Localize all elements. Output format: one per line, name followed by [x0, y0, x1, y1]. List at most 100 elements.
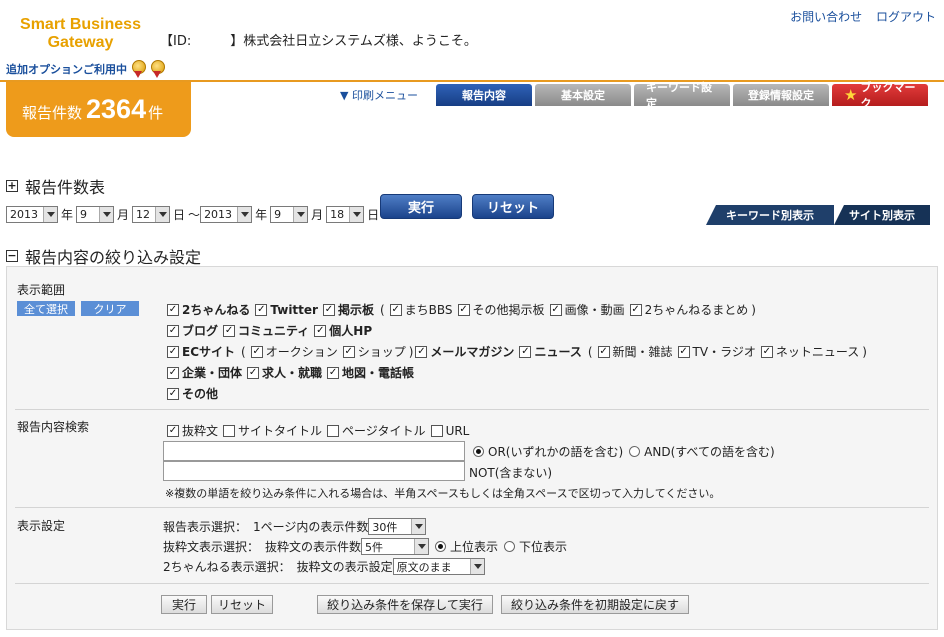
- from-year-select[interactable]: 2013: [6, 206, 58, 223]
- excerpt-display-row: 抜粋文表示選択： 抜粋文の表示件数 5件 上位表示 下位表示: [163, 538, 568, 555]
- checkbox-page-title[interactable]: [327, 424, 340, 437]
- from-month-select[interactable]: 9: [76, 206, 115, 223]
- chevron-down-icon: [237, 207, 252, 222]
- checkbox-company[interactable]: ✓: [167, 366, 179, 379]
- chevron-down-icon: [293, 207, 308, 222]
- to-day-select[interactable]: 18: [326, 206, 365, 223]
- divider: [15, 409, 929, 410]
- report-count-unit: 件: [148, 104, 164, 122]
- display-label: 表示設定: [17, 519, 66, 533]
- print-menu[interactable]: ▼ 印刷メニュー: [340, 87, 418, 103]
- filter-reset-button[interactable]: リセット: [211, 595, 273, 614]
- radio-or[interactable]: [473, 446, 484, 457]
- per-page-select[interactable]: 30件: [368, 518, 427, 535]
- filter-section-title[interactable]: − 報告内容の絞り込み設定: [6, 244, 201, 268]
- chevron-down-icon: [99, 207, 114, 222]
- checkbox-blog[interactable]: ✓: [167, 324, 179, 337]
- star-icon: ★: [844, 86, 858, 104]
- checkbox-twitter[interactable]: ✓: [255, 303, 268, 316]
- checkbox-site-title[interactable]: [223, 424, 236, 437]
- ch2-setting-select[interactable]: 原文のまま: [392, 558, 485, 575]
- checkbox-news[interactable]: ✓: [519, 345, 532, 358]
- medal-icon: [149, 60, 165, 78]
- checkbox-bbs[interactable]: ✓: [322, 303, 335, 316]
- logout-link[interactable]: ログアウト: [876, 10, 936, 24]
- ch2-display-row: 2ちゃんねる表示選択： 抜粋文の表示設定 原文のまま: [163, 558, 485, 575]
- expand-icon[interactable]: +: [6, 180, 18, 192]
- range-line-4: ✓ 企業・団体 ✓ 求人・就職 ✓ 地図・電話帳: [167, 366, 415, 380]
- divider: [15, 583, 929, 584]
- include-words-input[interactable]: [163, 441, 465, 461]
- to-month-select[interactable]: 9: [270, 206, 309, 223]
- main-nav: 報告内容 基本設定 キーワード設定 登録情報設定 ★ ブックマーク: [436, 81, 931, 110]
- option-status: 追加オプションご利用中: [6, 60, 165, 78]
- summary-reset-button[interactable]: リセット: [472, 194, 554, 219]
- tab-registration-settings[interactable]: 登録情報設定: [733, 84, 829, 106]
- checkbox-auction[interactable]: ✓: [250, 345, 263, 358]
- not-label: NOT(含まない): [469, 466, 553, 480]
- summary-section-title[interactable]: + 報告件数表: [6, 174, 105, 198]
- radio-bottom[interactable]: [504, 541, 516, 552]
- restore-defaults-button[interactable]: 絞り込み条件を初期設定に戻す: [501, 595, 689, 614]
- checkbox-2ch[interactable]: ✓: [167, 303, 179, 316]
- checkbox-2ch-matome[interactable]: ✓: [629, 303, 642, 316]
- excerpt-count-select[interactable]: 5件: [361, 538, 430, 555]
- save-and-run-button[interactable]: 絞り込み条件を保存して実行: [317, 595, 493, 614]
- contact-link[interactable]: お問い合わせ: [790, 10, 862, 24]
- tab-basic-settings[interactable]: 基本設定: [535, 84, 631, 106]
- collapse-icon[interactable]: −: [6, 250, 18, 262]
- divider: [15, 507, 929, 508]
- search-note: ※複数の単語を絞り込み条件に入れる場合は、半角スペースもしくは全角スペースで区切…: [165, 487, 721, 500]
- report-display-row: 報告表示選択： 1ページ内の表示件数 30件: [163, 518, 427, 535]
- report-count-box: 報告件数 2364 件: [6, 82, 191, 137]
- checkbox-community[interactable]: ✓: [223, 324, 236, 337]
- checkbox-mail-magazine[interactable]: ✓: [415, 345, 428, 358]
- checkbox-shop[interactable]: ✓: [342, 345, 355, 358]
- checkbox-tv-radio[interactable]: ✓: [677, 345, 690, 358]
- select-all-button[interactable]: 全て選択: [17, 301, 75, 316]
- checkbox-url[interactable]: [430, 424, 443, 437]
- tab-site-view[interactable]: サイト別表示: [834, 205, 930, 225]
- checkbox-jobs[interactable]: ✓: [247, 366, 260, 379]
- medal-icon: [130, 60, 146, 78]
- checkbox-machibbs[interactable]: ✓: [389, 303, 402, 316]
- range-line-1: ✓ 2ちゃんねる ✓ Twitter ✓ 掲示板 ( ✓ まちBBS ✓ その他掲示板 ✓…: [167, 302, 756, 317]
- radio-top[interactable]: [435, 541, 447, 552]
- checkbox-net-news[interactable]: ✓: [760, 345, 773, 358]
- bookmark-label: ブックマーク: [860, 81, 916, 110]
- bookmark-button[interactable]: ★ ブックマーク: [832, 81, 928, 110]
- checkbox-newspaper[interactable]: ✓: [597, 345, 610, 358]
- chevron-down-icon: [469, 559, 484, 574]
- range-line-3: ✓ ECサイト ( ✓ オークション ✓ ショップ ) ✓ メールマガジン ✓ ニュース …: [167, 344, 867, 359]
- report-count-value: 2364: [86, 94, 147, 124]
- checkbox-image-video[interactable]: ✓: [549, 303, 562, 316]
- checkbox-personal-hp[interactable]: ✓: [314, 324, 327, 337]
- to-year-select[interactable]: 2013: [200, 206, 253, 223]
- search-label: 報告内容検索: [17, 420, 90, 434]
- filter-run-button[interactable]: 実行: [161, 595, 207, 614]
- checkbox-excerpt[interactable]: ✓: [167, 424, 179, 437]
- chevron-down-icon: [155, 207, 170, 222]
- clear-button[interactable]: クリア: [81, 301, 139, 316]
- search-targets: ✓ 抜粋文 サイトタイトル ページタイトル URL: [167, 423, 470, 438]
- exclude-words-input[interactable]: [163, 461, 465, 481]
- date-range: 2013 年 9 月 12 日 ～ 2013 年 9 月 18 日: [6, 206, 382, 223]
- range-line-2: ✓ ブログ ✓ コミュニティ ✓ 個人HP: [167, 324, 373, 338]
- checkbox-other[interactable]: ✓: [167, 387, 179, 400]
- filter-panel: 表示範囲 全て選択 クリア ✓ 2ちゃんねる ✓ Twitter ✓ 掲示板 ( ✓ ま…: [6, 266, 938, 630]
- logo[interactable]: Smart Business Gateway: [8, 16, 153, 52]
- tab-keyword-settings[interactable]: キーワード設定: [634, 81, 730, 110]
- checkbox-ec-site[interactable]: ✓: [167, 345, 179, 358]
- checkbox-other-bbs[interactable]: ✓: [457, 303, 470, 316]
- summary-run-button[interactable]: 実行: [380, 194, 462, 219]
- welcome-message: 【ID: 】株式会社日立システムズ様、ようこそ。: [160, 34, 477, 49]
- match-mode: OR(いずれかの語を含む) AND(すべての語を含む): [467, 443, 775, 460]
- option-text: 追加オプションご利用中: [6, 63, 127, 76]
- checkbox-map-phone[interactable]: ✓: [327, 366, 340, 379]
- tab-keyword-view[interactable]: キーワード別表示: [706, 205, 834, 225]
- tab-report-content[interactable]: 報告内容: [436, 84, 532, 106]
- from-day-select[interactable]: 12: [132, 206, 171, 223]
- chevron-down-icon: [411, 519, 426, 534]
- view-tabs: キーワード別表示 サイト別表示: [706, 205, 930, 225]
- radio-and[interactable]: [629, 446, 641, 457]
